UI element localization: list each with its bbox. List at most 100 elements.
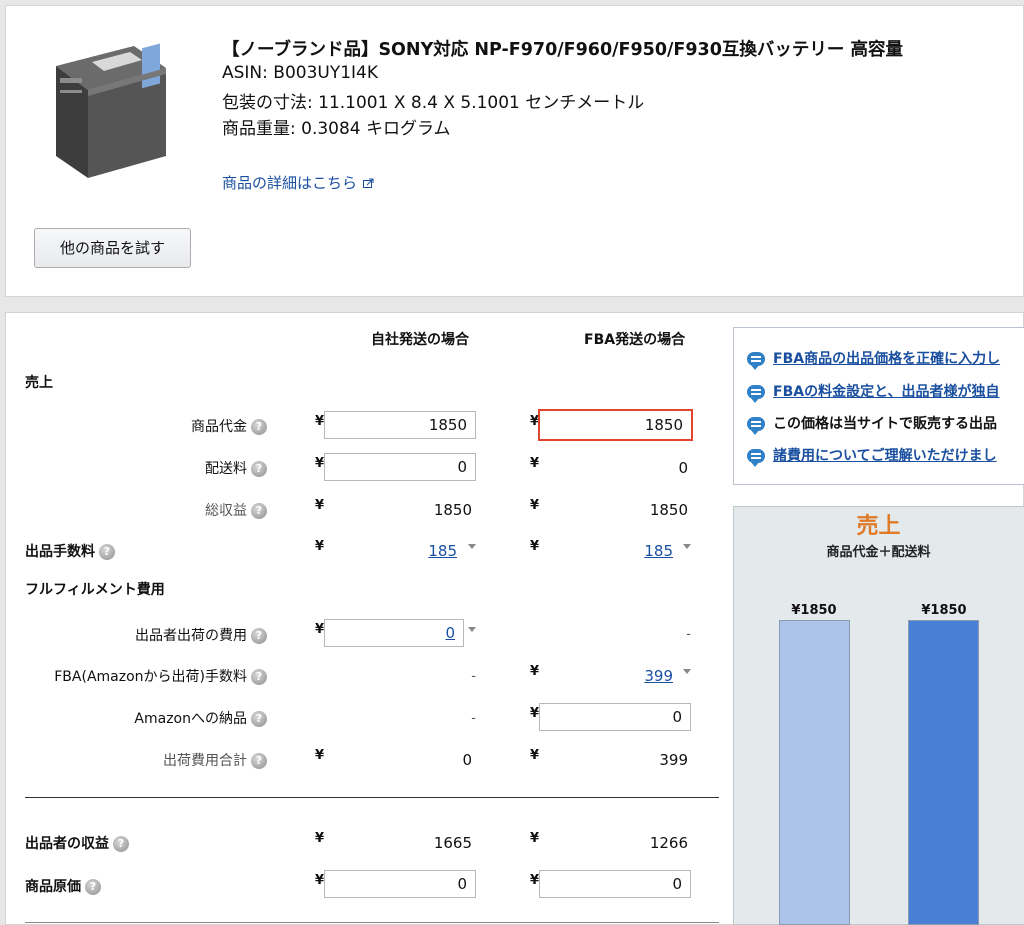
divider <box>25 797 719 798</box>
bar-fba <box>908 620 979 925</box>
section-fulfillment: フルフィルメント費用 <box>25 582 165 598</box>
fba-fee-self-value: - <box>471 669 476 684</box>
row-label-seller-proceeds: 出品者の収益? <box>25 833 129 853</box>
speech-bubble-icon <box>747 352 765 370</box>
seller-shipping-cost-self-input[interactable]: 0 <box>324 619 464 647</box>
row-label-seller-shipping-cost: 出品者出荷の費用? <box>135 625 267 645</box>
row-label-shipping: 配送料? <box>205 458 267 478</box>
shipping-total-self-value: 0 <box>462 751 472 769</box>
currency-symbol: ¥ <box>315 498 325 513</box>
tip-text-3: この価格は当サイトで販売する出品 <box>747 413 997 435</box>
currency-symbol: ¥ <box>530 456 540 471</box>
row-label-selling-fee: 出品手数料? <box>25 541 115 561</box>
tip-link-2[interactable]: FBAの料金設定と、出品者様が独自 <box>747 381 1000 403</box>
currency-symbol: ¥ <box>315 831 325 846</box>
currency-symbol: ¥ <box>315 456 325 471</box>
row-label-text: 総収益 <box>205 503 247 519</box>
currency-symbol: ¥ <box>530 748 540 763</box>
external-link-icon <box>363 178 374 188</box>
help-icon[interactable]: ? <box>251 503 267 519</box>
divider <box>25 922 719 923</box>
currency-symbol: ¥ <box>530 873 540 888</box>
column-header-fba: FBA発送の場合 <box>584 332 686 348</box>
help-icon[interactable]: ? <box>251 461 267 477</box>
row-label-item-price: 商品代金? <box>191 416 267 436</box>
product-dimensions: 包装の寸法: 11.1001 X 8.4 X 5.1001 センチメートル <box>222 93 645 113</box>
help-icon[interactable]: ? <box>99 544 115 560</box>
column-header-self: 自社発送の場合 <box>371 332 469 348</box>
currency-symbol: ¥ <box>315 414 325 429</box>
shipping-fba-value: 0 <box>678 459 688 477</box>
row-label-text: 配送料 <box>205 461 247 477</box>
product-title: 【ノーブランド品】SONY対応 NP-F970/F960/F950/F930互換… <box>222 40 903 60</box>
fba-fee-fba-link[interactable]: 399 <box>644 667 673 685</box>
tip-text[interactable]: FBA商品の出品価格を正確に入力し <box>773 351 1000 367</box>
chevron-down-icon[interactable] <box>683 544 691 549</box>
speech-bubble-icon <box>747 449 765 467</box>
currency-symbol: ¥ <box>315 622 325 637</box>
item-price-self-input[interactable]: 1850 <box>324 411 476 439</box>
product-image <box>56 43 166 178</box>
selling-fee-fba-link[interactable]: 185 <box>644 542 673 560</box>
tip-text: この価格は当サイトで販売する出品 <box>773 416 997 432</box>
cost-of-goods-fba-input[interactable]: 0 <box>539 870 691 898</box>
tip-link-4[interactable]: 諸費用についてご理解いただけまし <box>747 445 997 467</box>
inbound-to-amazon-fba-input[interactable]: 0 <box>539 703 691 731</box>
help-icon[interactable]: ? <box>251 628 267 644</box>
row-label-fba-fee: FBA(Amazonから出荷)手数料? <box>54 666 267 686</box>
shipping-self-input[interactable]: 0 <box>324 453 476 481</box>
currency-symbol: ¥ <box>530 498 540 513</box>
help-icon[interactable]: ? <box>113 836 129 852</box>
tip-link-1[interactable]: FBA商品の出品価格を正確に入力し <box>747 348 1000 370</box>
chart-subtitle: 商品代金＋配送料 <box>826 545 931 560</box>
speech-bubble-icon <box>747 417 765 435</box>
chevron-down-icon[interactable] <box>468 627 476 632</box>
tip-text[interactable]: FBAの料金設定と、出品者様が独自 <box>773 384 1000 400</box>
cost-of-goods-self-input[interactable]: 0 <box>324 870 476 898</box>
row-label-text: Amazonへの納品 <box>134 711 247 727</box>
help-icon[interactable]: ? <box>251 419 267 435</box>
help-icon[interactable]: ? <box>85 879 101 895</box>
currency-symbol: ¥ <box>315 748 325 763</box>
tip-text[interactable]: 諸費用についてご理解いただけまし <box>773 448 997 464</box>
row-label-text: 出品者出荷の費用 <box>135 628 247 644</box>
bar-self <box>779 620 850 925</box>
seller-shipping-cost-fba-value: - <box>686 627 691 642</box>
chevron-down-icon[interactable] <box>683 669 691 674</box>
section-sales: 売上 <box>25 375 53 391</box>
seller-proceeds-self-value: 1665 <box>433 834 472 852</box>
total-revenue-self-value: 1850 <box>433 501 472 519</box>
row-label-text: 商品原価 <box>25 879 81 895</box>
currency-symbol: ¥ <box>530 706 540 721</box>
bar-label-fba: ¥1850 <box>921 603 967 618</box>
inbound-to-amazon-self-value: - <box>471 711 476 726</box>
row-label-text: 商品代金 <box>191 419 247 435</box>
row-label-total-revenue: 総収益? <box>205 500 267 520</box>
speech-bubble-icon <box>747 385 765 403</box>
item-price-fba-input[interactable]: 1850 <box>538 409 693 441</box>
currency-symbol: ¥ <box>315 873 325 888</box>
sales-chart <box>733 506 1024 925</box>
product-details-link-text[interactable]: 商品の詳細はこちら <box>222 174 357 192</box>
product-weight: 商品重量: 0.3084 キログラム <box>222 119 451 139</box>
chart-title: 売上 <box>856 514 901 539</box>
chevron-down-icon[interactable] <box>468 544 476 549</box>
currency-symbol: ¥ <box>315 539 325 554</box>
seller-proceeds-fba-value: 1266 <box>649 834 688 852</box>
seller-shipping-cost-self-link[interactable]: 0 <box>445 624 455 642</box>
help-icon[interactable]: ? <box>251 753 267 769</box>
row-label-cost-of-goods: 商品原価? <box>25 876 101 896</box>
total-revenue-fba-value: 1850 <box>649 501 688 519</box>
currency-symbol: ¥ <box>530 664 540 679</box>
row-label-inbound-to-amazon: Amazonへの納品? <box>134 708 267 728</box>
try-other-product-button[interactable]: 他の商品を試す <box>34 228 191 268</box>
row-label-text: FBA(Amazonから出荷)手数料 <box>54 669 247 685</box>
row-label-text: 出品手数料 <box>25 544 95 560</box>
currency-symbol: ¥ <box>530 831 540 846</box>
row-label-shipping-total: 出荷費用合計? <box>163 750 267 770</box>
help-icon[interactable]: ? <box>251 711 267 727</box>
selling-fee-self-link[interactable]: 185 <box>428 542 457 560</box>
help-icon[interactable]: ? <box>251 669 267 685</box>
row-label-text: 出品者の収益 <box>25 836 109 852</box>
product-details-link[interactable]: 商品の詳細はこちら <box>222 172 374 193</box>
